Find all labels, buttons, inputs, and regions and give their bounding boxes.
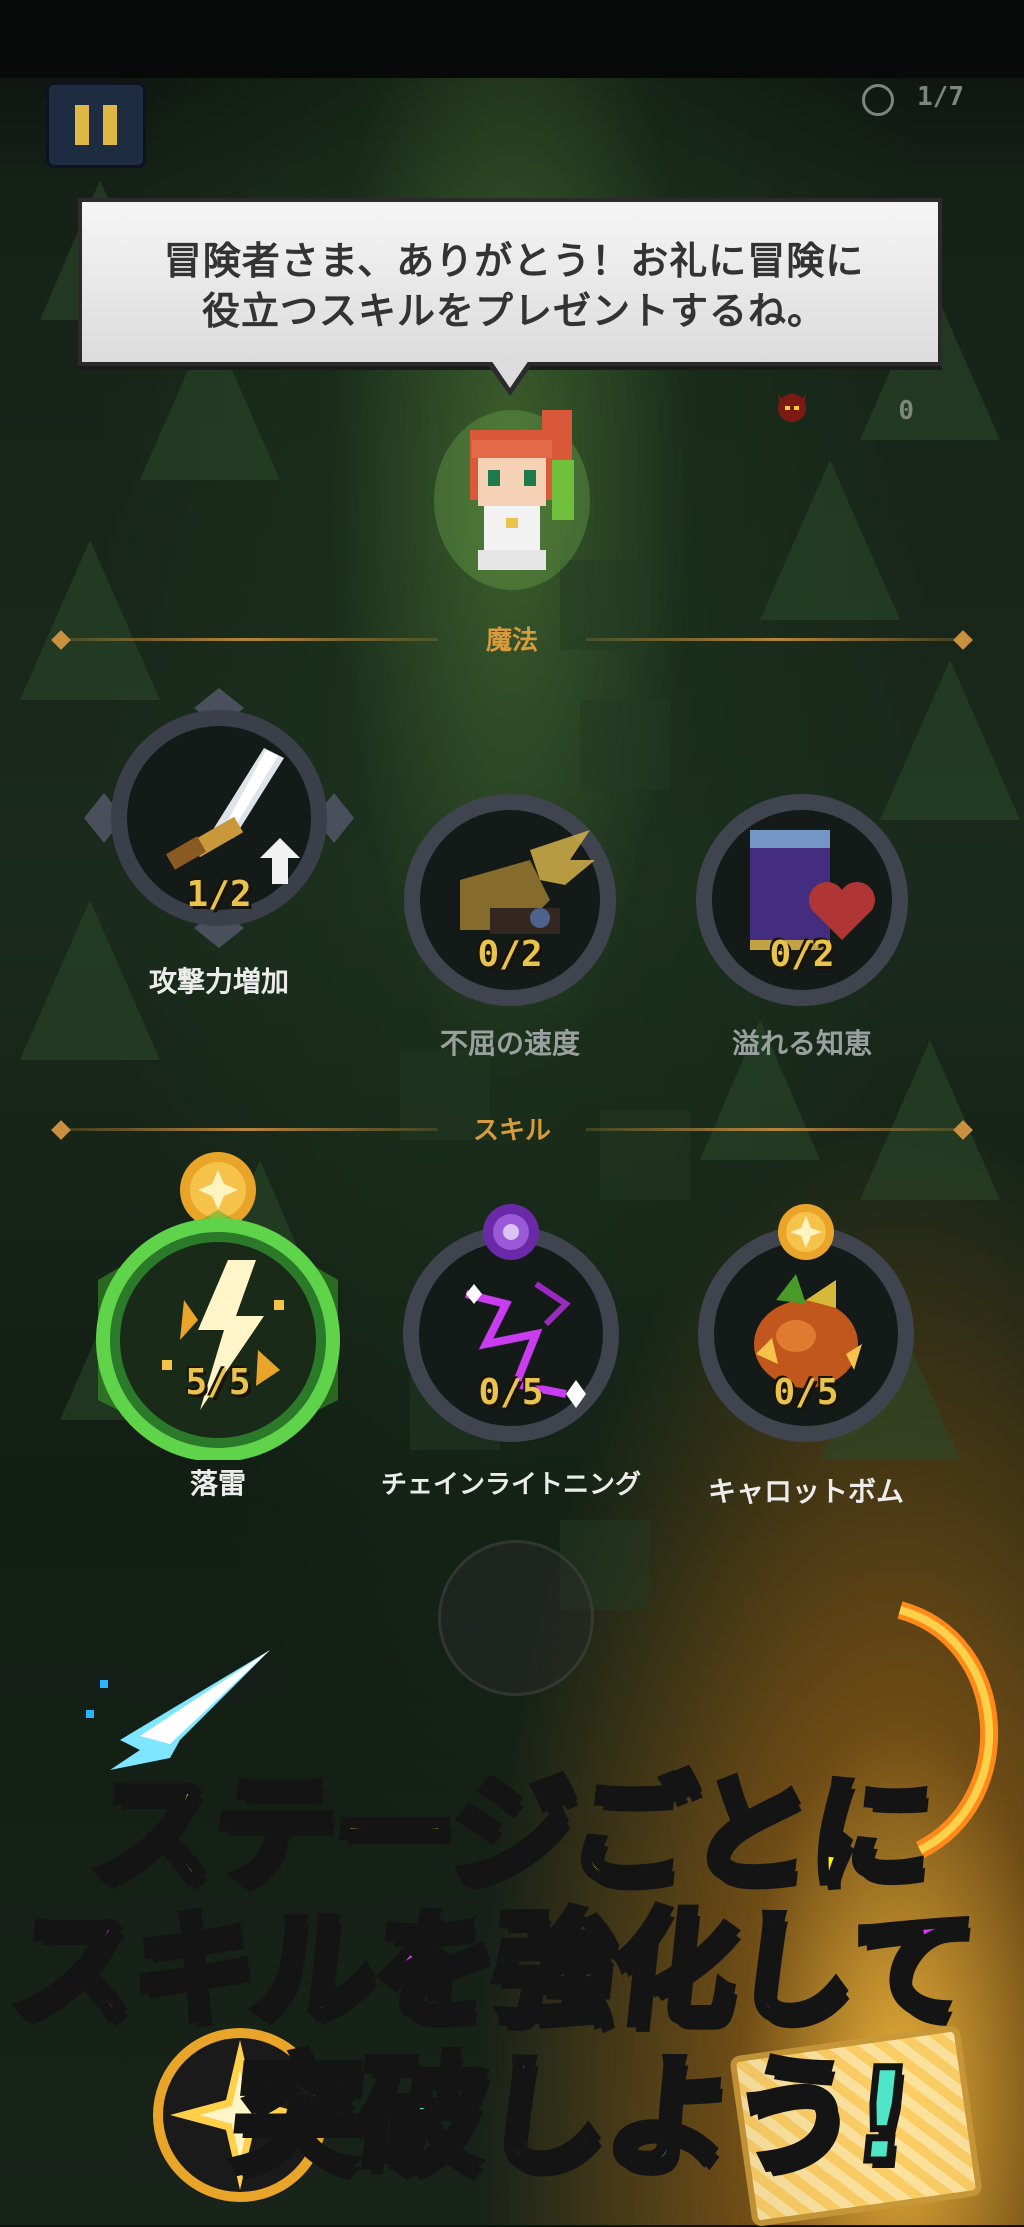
- skill-carrot-bomb[interactable]: 0/5 キャロットボム: [686, 1204, 926, 1524]
- skill-section-label: スキル: [472, 1116, 551, 1146]
- dialog-tail: [491, 360, 529, 388]
- skill-name: チェインライトニング: [380, 1470, 641, 1500]
- dialog-line-2: 役立つスキルをプレゼントするね。: [201, 289, 826, 333]
- pause-button[interactable]: [46, 82, 146, 168]
- side-counter: 0: [898, 396, 914, 426]
- promo-headline-3: 突破しよう!: [222, 2039, 919, 2195]
- magic-skill-wisdom[interactable]: 0/2 溢れる知恵: [692, 790, 912, 1070]
- skill-frame: [403, 1204, 619, 1442]
- skill-name: 落雷: [189, 1467, 246, 1500]
- magic-divider-right: [586, 638, 966, 641]
- magic-divider-left: [58, 638, 438, 641]
- dialog-box[interactable]: 冒険者さま、ありがとう！お礼に冒険に 役立つスキルをプレゼントするね。: [78, 198, 942, 366]
- skill-name: 攻撃力増加: [148, 965, 289, 998]
- skill-divider-right: [586, 1128, 966, 1131]
- skill-frame: [404, 794, 616, 1006]
- skill-level: 0/5: [478, 1372, 544, 1413]
- skill-level: 5/5: [185, 1362, 251, 1403]
- skill-name: 不屈の速度: [439, 1027, 580, 1060]
- magic-skill-speed[interactable]: 0/2 不屈の速度: [400, 790, 620, 1070]
- dialog-text: 冒険者さま、ありがとう！お礼に冒険に 役立つスキルをプレゼントするね。: [82, 236, 946, 336]
- magic-section-label: 魔法: [485, 626, 538, 656]
- skill-level: 0/5: [773, 1372, 839, 1413]
- skill-frame: [96, 1152, 340, 1460]
- skill-level: 0/2: [769, 934, 835, 975]
- dialog-line-1: 冒険者さま、ありがとう！お礼に冒険に: [163, 239, 865, 283]
- skill-level: 0/2: [477, 934, 543, 975]
- virtual-joystick[interactable]: [438, 1540, 594, 1696]
- magic-skill-attack-up[interactable]: 1/2 攻撃力増加: [84, 688, 354, 1008]
- pause-icon: [75, 105, 89, 145]
- fairy-character: [434, 410, 590, 590]
- skill-divider-left: [58, 1128, 438, 1131]
- skill-level: 1/2: [186, 874, 252, 915]
- skill-chain-lightning[interactable]: 0/5 チェインライトニング: [381, 1204, 641, 1554]
- stage-counter: 1/7: [917, 82, 964, 112]
- demon-icon: [778, 394, 806, 422]
- stage-icon: [862, 84, 894, 116]
- top-bar: [0, 0, 1024, 78]
- skill-frame: [696, 794, 908, 1006]
- skill-name: 溢れる知恵: [731, 1027, 872, 1060]
- skill-name: キャロットボム: [707, 1475, 904, 1508]
- skill-lightning[interactable]: 5/5 落雷: [88, 1150, 348, 1510]
- skill-frame: [698, 1204, 914, 1442]
